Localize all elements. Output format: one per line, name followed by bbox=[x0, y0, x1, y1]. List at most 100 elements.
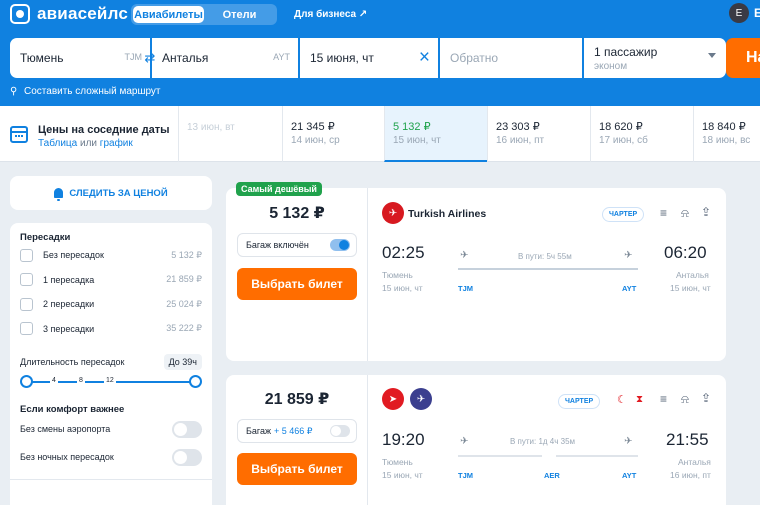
airline-logo-icon: ➤ bbox=[382, 388, 404, 410]
checkbox[interactable] bbox=[20, 273, 33, 287]
date-day: 13 июн, вт bbox=[187, 122, 235, 133]
comfort-option: Без смены аэропорта bbox=[20, 415, 202, 443]
complex-route-link[interactable]: ⚲ Составить сложный маршрут bbox=[10, 86, 161, 97]
date-day: 17 июн, сб bbox=[599, 135, 648, 146]
transfer-code: AER bbox=[544, 471, 560, 480]
search-button[interactable]: На bbox=[726, 38, 760, 78]
stop-option[interactable]: Без пересадок 5 132 ₽ bbox=[20, 243, 202, 268]
flight-duration: В пути: 1д 4ч 35м bbox=[510, 437, 576, 446]
slider-min-handle[interactable] bbox=[20, 375, 33, 388]
stop-option[interactable]: 2 пересадки 25 024 ₽ bbox=[20, 292, 202, 317]
checkbox[interactable] bbox=[20, 248, 33, 262]
compare-icon[interactable]: ≡ bbox=[660, 393, 667, 405]
takeoff-icon: ✈ bbox=[460, 436, 469, 447]
date-price: 5 132 ₽ bbox=[393, 121, 431, 133]
return-date-field[interactable]: Обратно bbox=[440, 38, 582, 78]
baggage-toggle[interactable] bbox=[330, 239, 350, 251]
logo[interactable]: авиасейлс bbox=[10, 4, 128, 24]
destination-code: AYT bbox=[273, 52, 290, 62]
bell-icon[interactable]: ⍾ bbox=[681, 393, 689, 405]
stop-label: 2 пересадки bbox=[43, 299, 95, 310]
date-price: 23 303 ₽ bbox=[496, 121, 540, 133]
departure-date: 15 июн, чт bbox=[382, 283, 423, 293]
ticket-card[interactable]: 21 859 ₽ Багаж + 5 466 ₽ Выбрать билет ➤… bbox=[226, 375, 726, 505]
date-cell[interactable]: 23 303 ₽ 16 июн, пт bbox=[487, 106, 590, 162]
stop-option[interactable]: 3 пересадки 35 222 ₽ bbox=[20, 317, 202, 342]
stop-option[interactable]: 1 пересадка 21 859 ₽ bbox=[20, 268, 202, 293]
date-cell-selected[interactable]: 5 132 ₽ 15 июн, чт bbox=[384, 106, 487, 162]
calendar-icon bbox=[10, 126, 28, 143]
logo-text: авиасейлс bbox=[37, 4, 129, 23]
share-icon[interactable]: ⇪ bbox=[701, 206, 711, 218]
nearby-dates-bar: Цены на соседние даты Таблица или график… bbox=[0, 106, 760, 162]
baggage-toggle[interactable] bbox=[330, 425, 350, 437]
chart-link[interactable]: график bbox=[100, 138, 133, 149]
stops-title: Пересадки bbox=[20, 232, 71, 243]
date-cell[interactable]: 18 620 ₽ 17 июн, сб bbox=[590, 106, 693, 162]
table-link[interactable]: Таблица bbox=[38, 138, 77, 149]
filters-panel: Пересадки Без пересадок 5 132 ₽ 1 переса… bbox=[10, 223, 212, 505]
hourglass-icon: ⧗ bbox=[636, 394, 644, 405]
stop-label: 1 пересадка bbox=[43, 274, 95, 285]
departure-date-field[interactable]: 15 июня, чт × bbox=[300, 38, 438, 78]
compare-icon[interactable]: ≡ bbox=[660, 207, 667, 219]
departure-code: TJM bbox=[458, 471, 473, 480]
cheapest-badge: Самый дешёвый bbox=[236, 182, 322, 196]
date-cell[interactable]: 13 июн, вт bbox=[178, 106, 282, 162]
transfer-duration-label: Длительность пересадок bbox=[20, 357, 125, 367]
transfer-duration-slider[interactable]: 4 8 12 bbox=[20, 374, 202, 390]
slider-tick: 12 bbox=[104, 377, 116, 384]
no-night-transfer-toggle[interactable] bbox=[172, 448, 202, 466]
tab-hotels[interactable]: Отели bbox=[204, 6, 275, 23]
subscribe-price-button[interactable]: СЛЕДИТЬ ЗА ЦЕНОЙ bbox=[10, 176, 212, 210]
checkbox[interactable] bbox=[20, 297, 33, 311]
stop-label: 3 пересадки bbox=[43, 323, 95, 334]
date-day: 18 июн, вс bbox=[702, 135, 751, 146]
transfer-duration-row: Длительность пересадок До 39ч bbox=[20, 354, 202, 370]
business-link[interactable]: Для бизнеса ↗ bbox=[294, 9, 367, 20]
share-icon[interactable]: ⇪ bbox=[701, 392, 711, 404]
destination-field[interactable]: ⇄ Анталья AYT bbox=[145, 38, 298, 78]
airline-name: Turkish Airlines bbox=[408, 208, 487, 220]
moon-icon: ☾ bbox=[617, 394, 627, 406]
stop-price: 21 859 ₽ bbox=[166, 274, 202, 285]
or-text: или bbox=[77, 138, 100, 149]
arrival-time: 06:20 bbox=[664, 243, 707, 262]
user-name[interactable]: Е bbox=[754, 6, 760, 20]
charter-badge: ЧАРТЕР bbox=[558, 394, 601, 409]
checkbox[interactable] bbox=[20, 322, 33, 336]
date-cell[interactable]: 18 840 ₽ 18 июн, вс bbox=[693, 106, 760, 162]
date-day: 15 июн, чт bbox=[393, 135, 441, 146]
baggage-option[interactable]: Багаж включён bbox=[237, 233, 357, 257]
select-ticket-button[interactable]: Выбрать билет bbox=[237, 268, 357, 300]
arrival-code: AYT bbox=[622, 284, 637, 293]
origin-field[interactable]: Тюмень TJM bbox=[10, 38, 150, 78]
ticket-price-panel: Самый дешёвый 5 132 ₽ Багаж включён Выбр… bbox=[226, 182, 368, 361]
route-icon: ⚲ bbox=[10, 85, 18, 97]
baggage-option[interactable]: Багаж + 5 466 ₽ bbox=[237, 419, 357, 443]
return-placeholder: Обратно bbox=[450, 51, 499, 65]
comfort-label: Без ночных пересадок bbox=[20, 452, 114, 462]
avatar[interactable]: Е bbox=[729, 3, 749, 23]
date-price: 21 345 ₽ bbox=[291, 121, 335, 133]
route-line bbox=[458, 268, 638, 270]
departure-time: 19:20 bbox=[382, 430, 425, 449]
route-segment bbox=[458, 455, 542, 457]
cabin-class: эконом bbox=[594, 60, 628, 72]
comfort-option: Без ночных пересадок bbox=[20, 443, 202, 471]
tab-flights[interactable]: Авиабилеты bbox=[133, 6, 204, 23]
ticket-card[interactable]: Самый дешёвый 5 132 ₽ Багаж включён Выбр… bbox=[226, 182, 726, 361]
date-day: 14 июн, ср bbox=[291, 135, 340, 146]
origin-city: Тюмень bbox=[20, 51, 64, 65]
date-cell[interactable]: 21 345 ₽ 14 июн, ср bbox=[282, 106, 384, 162]
chevron-down-icon bbox=[708, 53, 716, 58]
arrival-code: AYT bbox=[622, 471, 637, 480]
same-airport-toggle[interactable] bbox=[172, 420, 202, 438]
passengers-field[interactable]: 1 пассажир эконом bbox=[584, 38, 726, 78]
select-ticket-button[interactable]: Выбрать билет bbox=[237, 453, 357, 485]
origin-code: TJM bbox=[124, 52, 143, 62]
swap-icon[interactable]: ⇄ bbox=[143, 51, 157, 65]
close-icon[interactable]: × bbox=[419, 47, 430, 69]
slider-max-handle[interactable] bbox=[189, 375, 202, 388]
bell-icon[interactable]: ⍾ bbox=[681, 207, 689, 219]
